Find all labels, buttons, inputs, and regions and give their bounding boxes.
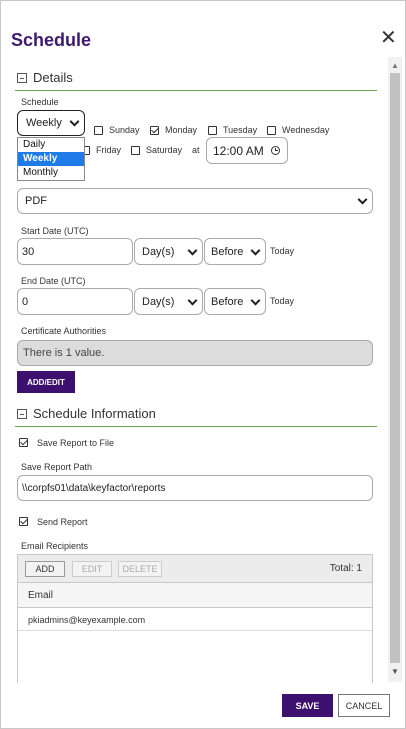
grid-column-email[interactable]: Email <box>18 583 372 608</box>
chevron-down-icon <box>69 116 80 127</box>
clock-icon[interactable] <box>271 146 280 155</box>
grid-edit-button[interactable]: EDIT <box>72 561 112 577</box>
save-path-input[interactable]: \\corpfs01\data\keyfactor\reports <box>17 475 373 501</box>
cancel-button[interactable]: CANCEL <box>338 694 390 717</box>
add-edit-button[interactable]: ADD/EDIT <box>17 371 75 393</box>
day-label-tuesday: Tuesday <box>223 125 258 135</box>
checkbox-tuesday[interactable] <box>208 126 217 135</box>
save-path-value: \\corpfs01\data\keyfactor\reports <box>22 482 166 494</box>
checkbox-saturday[interactable] <box>131 146 140 155</box>
details-section-header[interactable]: Details <box>17 70 73 85</box>
content-scrollbar[interactable]: ▲ ▼ <box>388 57 402 682</box>
schedule-info-header-label: Schedule Information <box>33 406 156 421</box>
schedule-select[interactable]: Weekly <box>17 110 85 136</box>
chevron-down-icon <box>250 245 261 256</box>
close-icon[interactable]: ✕ <box>380 28 397 48</box>
start-date-input[interactable]: 30 <box>17 238 133 265</box>
day-label-friday: Friday <box>96 145 122 155</box>
end-today-label: Today <box>270 296 295 306</box>
scroll-up-icon[interactable]: ▲ <box>391 61 399 70</box>
time-value: 12:00 AM <box>213 143 264 158</box>
checkbox-save-to-file[interactable] <box>19 438 28 447</box>
checkbox-send-report[interactable] <box>19 517 28 526</box>
save-path-label: Save Report Path <box>21 462 93 472</box>
details-header-label: Details <box>33 70 73 85</box>
schedule-option-weekly[interactable]: Weekly <box>18 152 84 166</box>
start-today-label: Today <box>270 246 295 256</box>
start-unit-value: Day(s) <box>142 245 175 258</box>
start-relation-select[interactable]: Before <box>204 238 266 265</box>
ca-label: Certificate Authorities <box>21 326 107 336</box>
end-date-value: 0 <box>22 295 29 308</box>
ca-value-field: There is 1 value. <box>17 340 373 366</box>
section-divider <box>15 426 377 427</box>
end-unit-select[interactable]: Day(s) <box>134 288 203 315</box>
time-input[interactable]: 12:00 AM <box>206 137 288 164</box>
at-label: at <box>192 145 200 155</box>
start-date-label: Start Date (UTC) <box>21 226 89 236</box>
schedule-dialog: Schedule ✕ Details Schedule Weekly Sunda… <box>0 0 406 729</box>
send-report-label: Send Report <box>37 517 88 527</box>
scrollbar-thumb[interactable] <box>390 73 400 663</box>
start-unit-select[interactable]: Day(s) <box>134 238 203 265</box>
grid-delete-button[interactable]: DELETE <box>118 561 162 577</box>
end-unit-value: Day(s) <box>142 295 175 308</box>
schedule-select-value: Weekly <box>26 117 62 129</box>
day-label-saturday: Saturday <box>146 145 183 155</box>
chevron-down-icon <box>250 295 261 306</box>
end-relation-value: Before <box>211 295 244 308</box>
end-relation-select[interactable]: Before <box>204 288 266 315</box>
schedule-info-section-header[interactable]: Schedule Information <box>17 406 156 421</box>
schedule-option-daily[interactable]: Daily <box>18 138 84 152</box>
start-date-value: 30 <box>22 245 35 258</box>
end-date-input[interactable]: 0 <box>17 288 133 315</box>
grid-add-button[interactable]: ADD <box>25 561 65 577</box>
collapse-icon[interactable] <box>17 72 27 83</box>
dialog-title: Schedule <box>11 30 92 50</box>
collapse-icon[interactable] <box>17 408 27 419</box>
schedule-label: Schedule <box>21 97 59 107</box>
scroll-down-icon[interactable]: ▼ <box>391 667 399 676</box>
day-label-sunday: Sunday <box>109 125 140 135</box>
table-row[interactable]: pkiadmins@keyexample.com <box>18 609 372 631</box>
start-relation-value: Before <box>211 245 244 258</box>
format-select[interactable]: PDF <box>17 188 373 214</box>
day-label-wednesday: Wednesday <box>282 125 330 135</box>
chevron-down-icon <box>187 245 198 256</box>
format-value: PDF <box>25 195 47 207</box>
grid-toolbar: ADD EDIT DELETE Total: 1 <box>18 555 372 583</box>
schedule-option-monthly[interactable]: Monthly <box>18 166 84 180</box>
end-date-label: End Date (UTC) <box>21 276 86 286</box>
section-divider <box>15 90 377 91</box>
chevron-down-icon <box>357 194 368 205</box>
grid-total: Total: 1 <box>329 563 362 574</box>
save-button[interactable]: SAVE <box>282 694 333 717</box>
checkbox-monday[interactable] <box>150 126 159 135</box>
email-recipients-grid: ADD EDIT DELETE Total: 1 Email pkiadmins… <box>17 554 373 683</box>
ca-value: There is 1 value. <box>23 347 105 359</box>
day-label-monday: Monday <box>165 125 198 135</box>
checkbox-sunday[interactable] <box>94 126 103 135</box>
checkbox-wednesday[interactable] <box>267 126 276 135</box>
save-to-file-label: Save Report to File <box>37 438 115 448</box>
email-recipients-label: Email Recipients <box>21 541 89 551</box>
chevron-down-icon <box>187 295 198 306</box>
schedule-dropdown-list: Daily Weekly Monthly <box>17 137 85 181</box>
